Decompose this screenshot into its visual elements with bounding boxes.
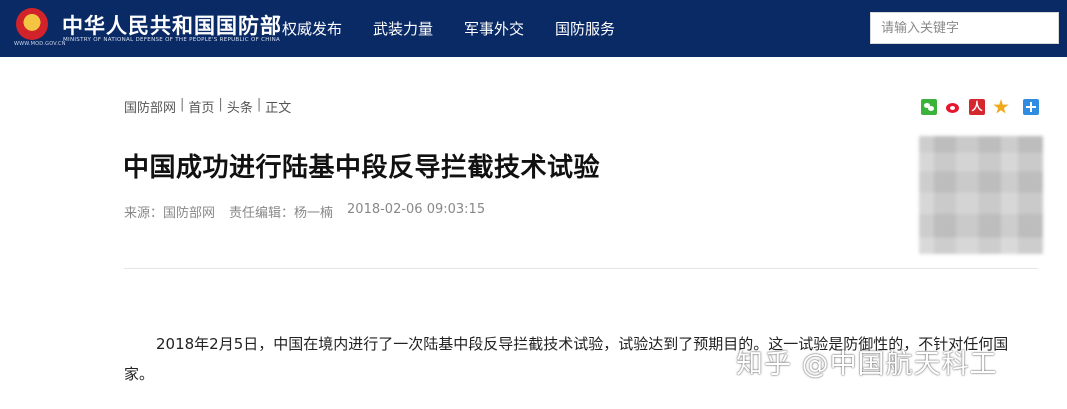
renmin-icon[interactable]: 人 [969,99,985,115]
qr-code-image [919,136,1043,254]
breadcrumb-item-home[interactable]: 首页 [188,97,214,116]
main-nav: 权威发布 武装力量 军事外交 国防服务 [282,0,646,57]
article-editor: 责任编辑：杨一楠 [229,206,334,221]
wechat-icon[interactable] [921,99,937,115]
favorite-icon[interactable] [993,99,1009,115]
article-datetime: 2018-02-06 09:03:15 [347,202,486,217]
article-meta: 来源：国防部网 责任编辑：杨一楠 2018-02-06 09:03:15 [124,202,499,221]
site-domain: WWW.MOD.GOV.CN [14,41,66,47]
nav-item-defense-services[interactable]: 国防服务 [555,18,615,39]
nav-item-authoritative-release[interactable]: 权威发布 [282,18,342,39]
article-source: 来源：国防部网 [124,206,216,221]
breadcrumb-item-current: 正文 [265,101,292,116]
weibo-icon[interactable] [945,99,961,115]
national-emblem-icon[interactable] [16,8,48,40]
breadcrumb-item-mod-site[interactable]: 国防部网 [124,97,176,116]
nav-item-military-diplomacy[interactable]: 军事外交 [464,18,524,39]
breadcrumb-separator: | [256,97,262,112]
search-input[interactable] [870,12,1059,44]
top-navigation-bar: WWW.MOD.GOV.CN 中华人民共和国国防部 MINISTRY OF NA… [0,0,1067,57]
more-share-icon[interactable] [1023,99,1039,115]
watermark: 知乎 @中国航天科工 [736,349,998,380]
breadcrumb-separator: | [218,97,223,112]
divider [124,268,1038,269]
article-title: 中国成功进行陆基中段反导拦截技术试验 [123,153,601,183]
site-name[interactable]: 中华人民共和国国防部 [62,10,282,40]
share-toolbar: 人 [921,99,1047,115]
breadcrumb-separator: | [180,97,185,112]
nav-item-armed-forces[interactable]: 武装力量 [373,18,433,39]
site-name-english: MINISTRY OF NATIONAL DEFENSE OF THE PEOP… [63,37,281,43]
breadcrumb-item-headlines[interactable]: 头条 [227,97,253,116]
breadcrumb: 国防部网 | 首页 | 头条 | 正文 [124,97,295,116]
